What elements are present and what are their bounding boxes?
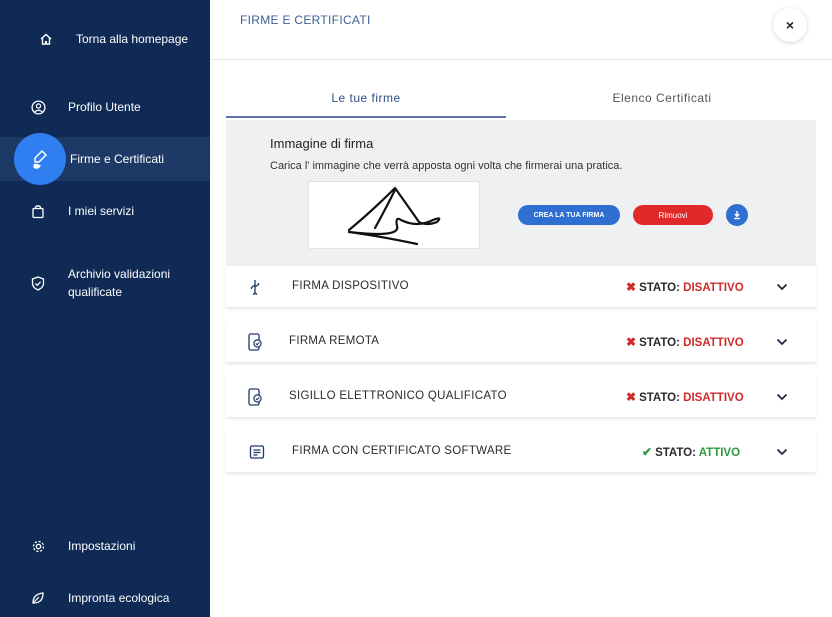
status-badge: ✖ STATO: DISATTIVO	[626, 280, 744, 294]
bag-icon	[30, 203, 46, 219]
tab-le-tue-firme[interactable]: Le tue firme	[226, 80, 506, 118]
sidebar-item-label: Firme e Certificati	[70, 152, 165, 166]
page-title: FIRME E CERTIFICATI	[240, 13, 371, 27]
row-label: SIGILLO ELETTRONICO QUALIFICATO	[289, 390, 507, 402]
sidebar-item-firme[interactable]: Firme e Certificati	[0, 133, 210, 185]
status-badge: ✖ STATO: DISATTIVO	[626, 390, 744, 404]
usb-icon	[246, 278, 264, 296]
sidebar-item-archivio[interactable]: Archivio validazioni qualificate	[0, 265, 210, 303]
chevron-down-icon[interactable]	[774, 444, 790, 460]
signature-hand-icon	[14, 133, 66, 185]
sidebar-home-label: Torna alla homepage	[76, 32, 189, 46]
leaf-icon	[30, 590, 46, 606]
sidebar-item-impronta[interactable]: Impronta ecologica	[0, 588, 210, 608]
cross-icon: ✖	[626, 280, 637, 294]
close-button[interactable]: ×	[773, 8, 807, 42]
check-icon: ✔	[642, 445, 653, 459]
signature-panel: Immagine di firma Carica l' immagine che…	[226, 120, 816, 266]
create-signature-button[interactable]: CREA LA TUA FIRMA	[518, 205, 620, 225]
list-item[interactable]: SIGILLO ELETTRONICO QUALIFICATO ✖ STATO: …	[226, 376, 816, 417]
sidebar-item-profilo[interactable]: Profilo Utente	[0, 97, 210, 117]
sidebar-item-label: Profilo Utente	[68, 100, 141, 114]
gear-icon	[30, 538, 46, 554]
remove-signature-button[interactable]: Rimuovi	[633, 205, 713, 225]
main-panel: FIRME E CERTIFICATI × Le tue firme Elenc…	[210, 0, 832, 617]
tabs: Le tue firme Elenco Certificati	[226, 80, 816, 120]
document-icon	[248, 443, 266, 461]
download-icon	[734, 211, 740, 220]
sidebar-item-label: Impostazioni	[68, 539, 136, 553]
user-circle-icon	[30, 99, 46, 115]
row-label: FIRMA DISPOSITIVO	[292, 280, 409, 292]
tab-elenco-certificati[interactable]: Elenco Certificati	[522, 80, 802, 118]
handwritten-signature-graphic	[347, 186, 441, 246]
list-item[interactable]: FIRMA CON CERTIFICATO SOFTWARE ✔ STATO: A…	[226, 431, 816, 472]
cross-icon: ✖	[626, 390, 637, 404]
sidebar-item-label: Archivio validazioni qualificate	[68, 267, 171, 299]
signature-description: Carica l' immagine che verrà apposta ogn…	[270, 160, 623, 172]
sidebar-item-label: Impronta ecologica	[68, 591, 170, 605]
signature-image	[308, 181, 480, 249]
sidebar-item-label: I miei servizi	[68, 204, 135, 218]
cross-icon: ✖	[626, 335, 637, 349]
sidebar-item-impostazioni[interactable]: Impostazioni	[0, 536, 210, 556]
download-button[interactable]	[726, 204, 748, 226]
signature-title: Immagine di firma	[270, 136, 374, 151]
chevron-down-icon[interactable]	[774, 334, 790, 350]
sidebar: Torna alla homepage Profilo Utente Firme…	[0, 0, 210, 617]
home-icon	[38, 31, 54, 47]
phone-check-icon	[246, 388, 264, 406]
phone-check-icon	[246, 333, 264, 351]
sidebar-item-servizi[interactable]: I miei servizi	[0, 201, 210, 221]
row-label: FIRMA REMOTA	[289, 335, 380, 347]
chevron-down-icon[interactable]	[774, 389, 790, 405]
certificate-list: FIRMA DISPOSITIVO ✖ STATO: DISATTIVO FIRM…	[226, 266, 816, 486]
chevron-down-icon[interactable]	[774, 279, 790, 295]
status-badge: ✖ STATO: DISATTIVO	[626, 335, 744, 349]
sidebar-item-home[interactable]: Torna alla homepage	[0, 28, 210, 50]
row-label: FIRMA CON CERTIFICATO SOFTWARE	[292, 445, 512, 457]
status-badge: ✔ STATO: ATTIVO	[642, 445, 741, 459]
list-item[interactable]: FIRMA DISPOSITIVO ✖ STATO: DISATTIVO	[226, 266, 816, 307]
header: FIRME E CERTIFICATI ×	[210, 0, 832, 60]
list-item[interactable]: FIRMA REMOTA ✖ STATO: DISATTIVO	[226, 321, 816, 362]
shield-check-icon	[30, 275, 46, 291]
